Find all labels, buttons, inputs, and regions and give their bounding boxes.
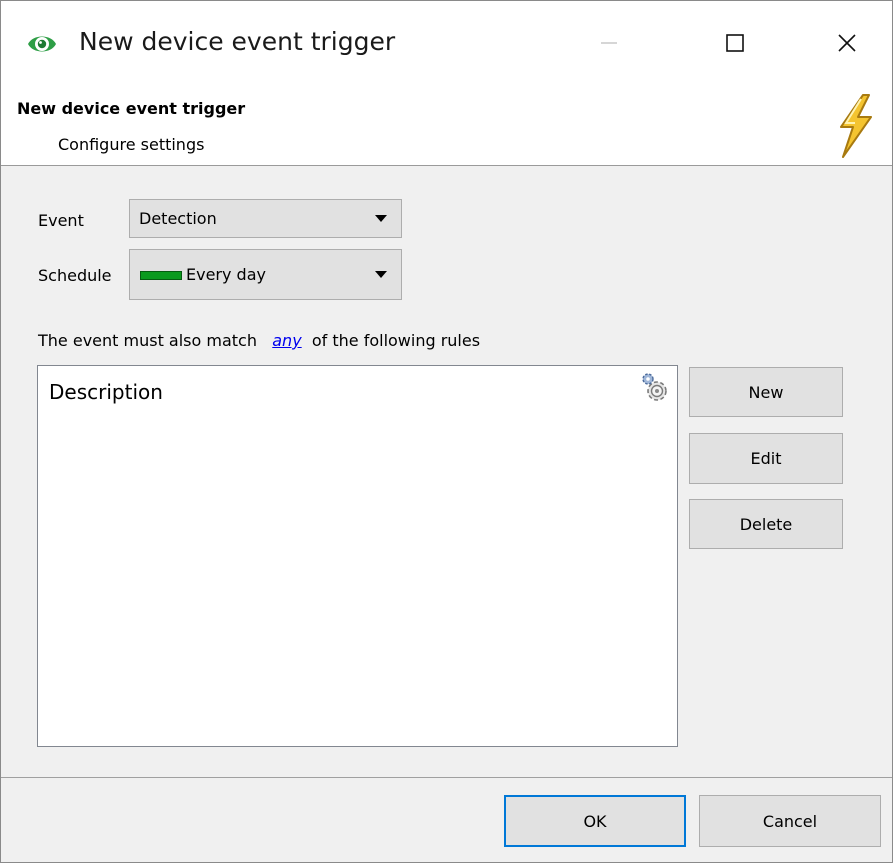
dialog-header: New device event trigger Configure setti… [1,89,892,166]
window-title: New device event trigger [79,27,396,56]
rules-prefix: The event must also match [38,331,257,350]
header-title: New device event trigger [17,99,246,118]
schedule-select-value: Every day [186,265,266,284]
title-bar[interactable]: New device event trigger [1,1,892,89]
schedule-color-swatch [140,270,182,280]
close-icon [837,33,857,57]
schedule-select[interactable]: Every day [129,249,402,300]
rules-list[interactable]: Description [37,365,678,747]
minimize-icon [599,33,619,57]
event-label: Event [38,211,84,230]
edit-rule-button[interactable]: Edit [689,433,843,484]
event-select[interactable]: Detection [129,199,402,238]
match-mode-link[interactable]: any [272,331,301,350]
eye-icon [27,31,57,57]
event-select-value: Detection [139,209,217,228]
chevron-down-icon [375,270,387,278]
schedule-label: Schedule [38,266,112,285]
rules-suffix: of the following rules [311,331,481,350]
close-button[interactable] [801,1,892,89]
footer-divider [1,777,892,778]
maximize-button[interactable] [689,1,781,89]
rules-instruction: The event must also match any of the fol… [38,331,480,350]
gear-icon[interactable] [639,371,671,405]
dialog-window: New device event trigger New device even… [0,0,893,863]
delete-rule-button[interactable]: Delete [689,499,843,549]
lightning-bolt-icon [833,93,877,159]
header-subtitle: Configure settings [58,135,205,154]
maximize-icon [725,33,745,57]
ok-button[interactable]: OK [504,795,686,847]
new-rule-button[interactable]: New [689,367,843,417]
description-column-header[interactable]: Description [49,380,163,404]
cancel-button[interactable]: Cancel [699,795,881,847]
chevron-down-icon [375,214,387,222]
minimize-button[interactable] [563,1,655,89]
